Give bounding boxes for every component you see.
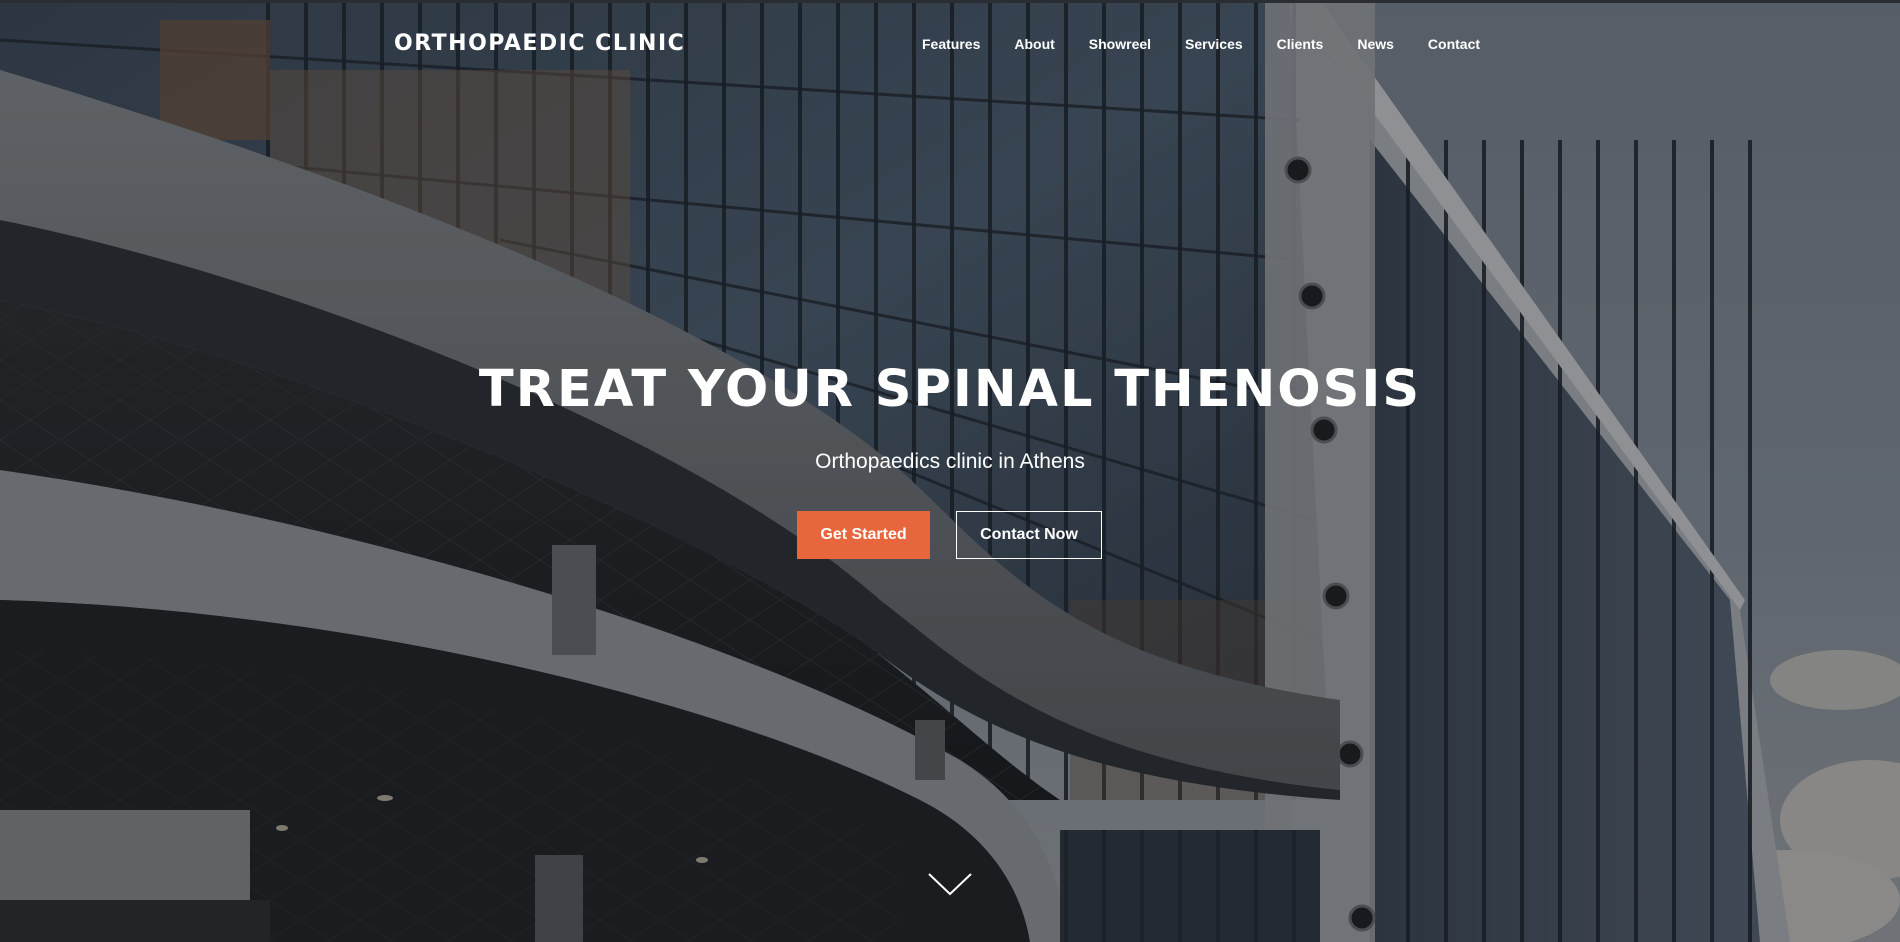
hero-subheadline: Orthopaedics clinic in Athens bbox=[815, 450, 1085, 473]
nav-link-services[interactable]: Services bbox=[1185, 36, 1243, 52]
nav-item-services: Services bbox=[1185, 36, 1243, 56]
nav-item-about: About bbox=[1014, 36, 1054, 56]
nav-link-clients[interactable]: Clients bbox=[1277, 36, 1324, 52]
nav-item-clients: Clients bbox=[1277, 36, 1324, 56]
contact-now-button[interactable]: Contact Now bbox=[956, 511, 1102, 559]
nav-item-showreel: Showreel bbox=[1089, 36, 1151, 56]
chevron-down-icon[interactable] bbox=[926, 870, 974, 898]
nav-item-news: News bbox=[1357, 36, 1394, 56]
nav-link-about[interactable]: About bbox=[1014, 36, 1054, 52]
nav-item-features: Features bbox=[922, 36, 980, 56]
main-nav: Features About Showreel Services Clients… bbox=[922, 36, 1480, 56]
nav-link-contact[interactable]: Contact bbox=[1428, 36, 1480, 52]
nav-link-showreel[interactable]: Showreel bbox=[1089, 36, 1151, 52]
nav-item-contact: Contact bbox=[1428, 36, 1480, 56]
top-border bbox=[0, 0, 1900, 3]
hero-section: ORTHOPAEDIC CLINIC Features About Showre… bbox=[0, 0, 1900, 942]
hero-headline: TREAT YOUR SPINAL THENOSIS bbox=[478, 360, 1422, 419]
nav-link-news[interactable]: News bbox=[1357, 36, 1394, 52]
get-started-button[interactable]: Get Started bbox=[797, 511, 930, 559]
brand-logo[interactable]: ORTHOPAEDIC CLINIC bbox=[394, 31, 685, 56]
nav-link-features[interactable]: Features bbox=[922, 36, 980, 52]
